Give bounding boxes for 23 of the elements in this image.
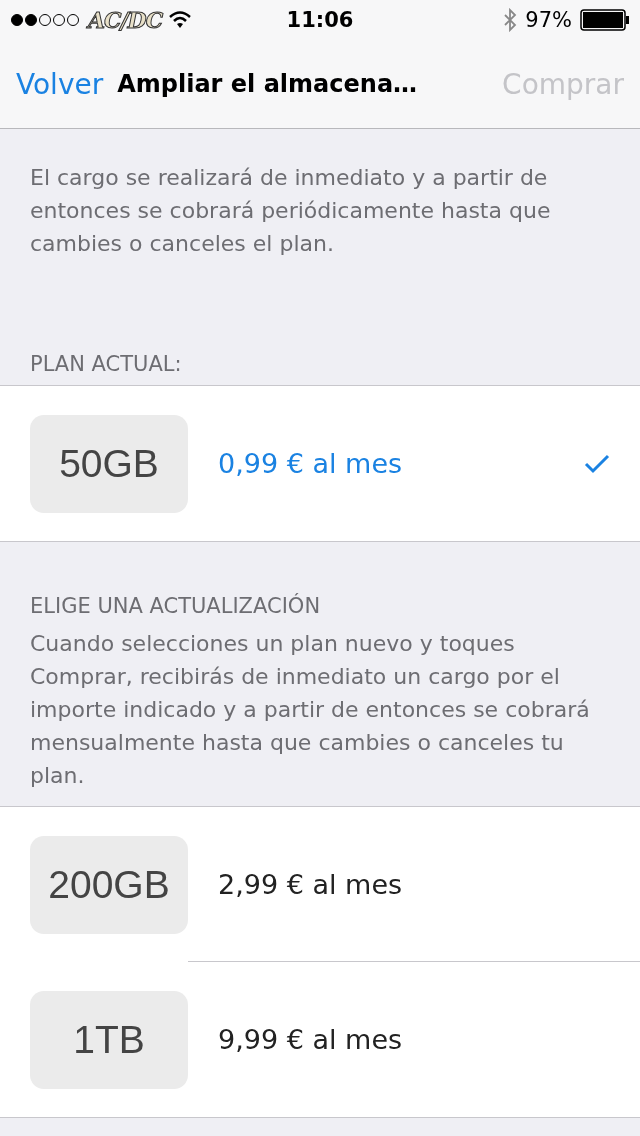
nav-title: Ampliar el almacena… bbox=[117, 70, 419, 98]
plan-size: 200GB bbox=[30, 835, 188, 934]
plan-size: 50GB bbox=[30, 414, 188, 513]
plan-row[interactable]: 200GB 2,99 € al mes bbox=[0, 807, 640, 962]
plan-row[interactable]: 1TB 9,99 € al mes bbox=[0, 962, 640, 1117]
battery-icon bbox=[580, 9, 630, 31]
plan-row[interactable]: 50GB 0,99 € al mes bbox=[0, 386, 640, 541]
battery-percent: 97% bbox=[525, 8, 572, 32]
section-header: PLAN ACTUAL: bbox=[29, 351, 183, 378]
section-description: Cuando selecciones un plan nuevo y toques Comprar, recibirás de inmediato un cargo por el importe indicado y a partir de entonces se cobrará mensualmente hasta que cambies o canceles tu plan. bbox=[29, 630, 591, 790]
carrier-name: AC/DC bbox=[88, 7, 163, 33]
intro-text: El cargo se realizará de inmediato y a partir de entonces se cobrará periódicamente hasta que cambies o canceles el plan. bbox=[29, 164, 552, 258]
wifi-icon bbox=[168, 11, 193, 29]
plan-size: 1TB bbox=[30, 990, 188, 1089]
plan-price: 9,99 € al mes bbox=[218, 1024, 404, 1055]
signal-icon bbox=[10, 13, 82, 27]
section-header: ELIGE UNA ACTUALIZACIÓN bbox=[29, 592, 322, 620]
checkmark-icon bbox=[584, 453, 610, 474]
back-link[interactable]: Volver bbox=[16, 67, 104, 101]
plan-price: 0,99 € al mes bbox=[218, 448, 404, 479]
clock-time: 11:06 bbox=[286, 8, 354, 32]
bluetooth-icon bbox=[503, 8, 518, 32]
plan-price: 2,99 € al mes bbox=[218, 868, 404, 900]
